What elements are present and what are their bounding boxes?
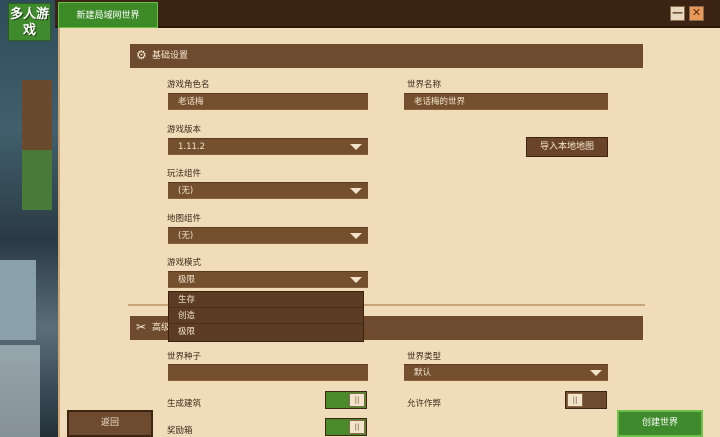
tools-icon: ✂ (136, 320, 147, 334)
role-name-label: 游戏角色名 (167, 80, 210, 90)
map-addon-select[interactable]: (无) (168, 227, 368, 244)
generate-structures-label: 生成建筑 (167, 399, 202, 409)
section-title: 基础设置 (152, 51, 189, 61)
world-seed-input[interactable] (168, 364, 368, 381)
multiplayer-logo: 多人游戏 (8, 3, 51, 41)
role-name-input[interactable]: 老话梅 (168, 93, 368, 110)
toggle-knob: || (349, 393, 365, 407)
world-type-label: 世界类型 (407, 352, 442, 362)
game-mode-label: 游戏模式 (167, 258, 202, 268)
minimize-button[interactable]: — (670, 6, 685, 21)
chevron-down-icon (350, 233, 362, 239)
dropdown-option-survival[interactable]: 生存 (169, 292, 363, 308)
title-bar: 新建局域网世界 — ✕ (55, 0, 720, 28)
basic-settings-header: ⚙ 基础设置 (130, 44, 643, 68)
toggle-knob: || (349, 420, 365, 434)
world-type-value: 默认 (414, 368, 432, 378)
chevron-down-icon (350, 188, 362, 194)
version-value: 1.11.2 (178, 142, 206, 152)
dropdown-option-hardcore[interactable]: 极限 (169, 324, 363, 340)
scene-block (22, 80, 52, 150)
game-mode-select[interactable]: 极限 (168, 271, 368, 288)
gameplay-addon-label: 玩法组件 (167, 169, 202, 179)
create-world-button[interactable]: 创建世界 (617, 410, 703, 437)
back-button[interactable]: 返回 (67, 410, 153, 437)
bonus-chest-label: 奖励箱 (167, 426, 193, 436)
world-name-label: 世界名称 (407, 80, 442, 90)
toggle-knob: || (567, 393, 583, 407)
gameplay-addon-select[interactable]: (无) (168, 182, 368, 199)
map-addon-label: 地图组件 (167, 214, 202, 224)
world-type-select[interactable]: 默认 (404, 364, 608, 381)
dropdown-option-creative[interactable]: 创造 (169, 308, 363, 324)
world-seed-label: 世界种子 (167, 352, 202, 362)
map-addon-value: (无) (178, 231, 194, 241)
bonus-chest-toggle[interactable]: || (325, 418, 367, 436)
game-mode-dropdown-list: 生存 创造 极限 (168, 291, 364, 342)
settings-panel: ⚙ 基础设置 游戏角色名 老话梅 世界名称 老话梅的世界 游戏版本 1.11.2… (58, 28, 720, 437)
allow-cheats-toggle[interactable]: || (565, 391, 607, 409)
game-mode-value: 极限 (178, 275, 196, 285)
generate-structures-toggle[interactable]: || (325, 391, 367, 409)
close-button[interactable]: ✕ (689, 6, 704, 21)
version-label: 游戏版本 (167, 125, 202, 135)
scene-block (0, 345, 40, 437)
world-name-input[interactable]: 老话梅的世界 (404, 93, 608, 110)
version-select[interactable]: 1.11.2 (168, 138, 368, 155)
game-scene-background (0, 0, 60, 437)
tab-new-lan-world[interactable]: 新建局域网世界 (58, 2, 158, 28)
chevron-down-icon (350, 144, 362, 150)
import-local-map-button[interactable]: 导入本地地图 (526, 137, 608, 157)
chevron-down-icon (590, 370, 602, 376)
scene-block (22, 150, 52, 210)
scene-block (0, 260, 36, 340)
gear-icon: ⚙ (136, 48, 147, 62)
gameplay-addon-value: (无) (178, 186, 194, 196)
allow-cheats-label: 允许作弊 (407, 399, 442, 409)
chevron-down-icon (350, 277, 362, 283)
